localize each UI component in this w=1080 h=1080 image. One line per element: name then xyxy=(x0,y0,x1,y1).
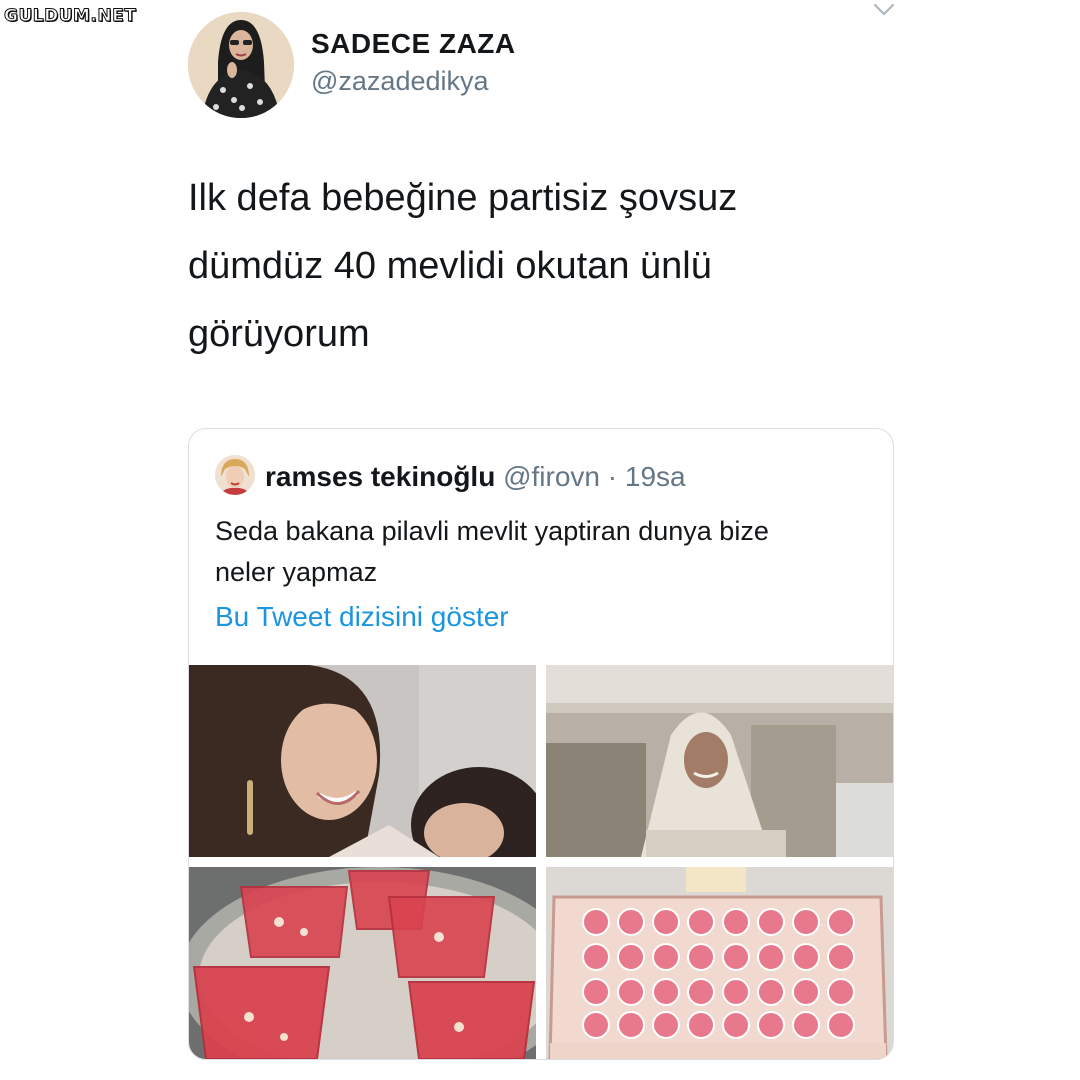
pink-baby-favors-box-photo[interactable] xyxy=(546,867,893,1059)
quoted-handle[interactable]: @firovn xyxy=(503,461,600,492)
meta-separator: · xyxy=(607,461,618,492)
quoted-header: ramses tekinoğlu @firovn · 19sa xyxy=(265,461,686,493)
tweet-text-line: dümdüz 40 mevlidi okutan ünlü xyxy=(188,245,712,287)
red-drink-cups-photo[interactable] xyxy=(189,867,536,1059)
profile-photo xyxy=(188,12,294,118)
quoted-tweet-card[interactable]: ramses tekinoğlu @firovn · 19sa Seda bak… xyxy=(188,428,894,1060)
avatar[interactable] xyxy=(188,12,294,118)
show-thread-link[interactable]: Bu Tweet dizisini göster xyxy=(215,601,509,633)
quoted-text-line: Seda bakana pilavli mevlit yaptiran duny… xyxy=(215,516,769,546)
woman-in-white-veil-photo[interactable] xyxy=(546,665,893,857)
quoted-display-name[interactable]: ramses tekinoğlu xyxy=(265,461,495,492)
quoted-text-line: neler yapmaz xyxy=(215,557,378,587)
profile-photo xyxy=(215,455,255,495)
display-name[interactable]: SADECE ZAZA xyxy=(311,28,516,60)
user-handle[interactable]: @zazadedikya xyxy=(311,66,489,97)
tweet-text-line: Ilk defa bebeğine partisiz şovsuz xyxy=(188,177,738,219)
watermark-logo: GULDUM.NET xyxy=(3,6,137,27)
quoted-timestamp[interactable]: 19sa xyxy=(625,461,686,492)
woman-with-baby-photo[interactable] xyxy=(189,665,536,857)
tweet-text: Ilk defa bebeğine partisiz şovsuz dümdüz… xyxy=(188,164,888,368)
quoted-text: Seda bakana pilavli mevlit yaptiran duny… xyxy=(215,511,875,593)
chevron-down-icon[interactable] xyxy=(870,0,898,20)
tweet-text-line: görüyorum xyxy=(188,313,370,355)
media-grid xyxy=(189,665,893,1059)
quoted-avatar[interactable] xyxy=(215,455,255,495)
